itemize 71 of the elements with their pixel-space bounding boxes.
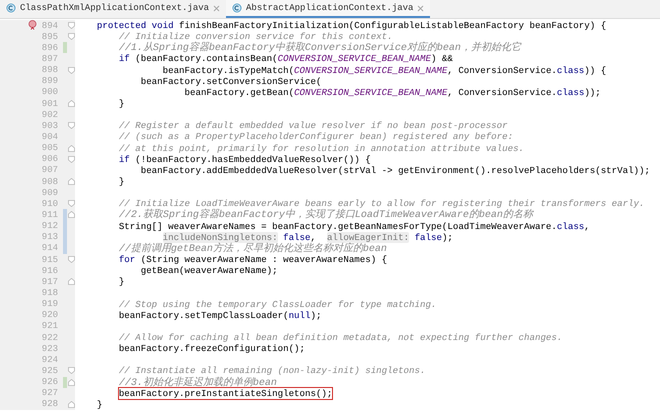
close-icon	[417, 4, 424, 12]
line-number: 920	[42, 310, 58, 320]
line-number: 924	[42, 354, 58, 365]
editor-tab[interactable]: ClassPathXmlApplicationContext.java	[0, 0, 226, 18]
line-number: 897	[42, 54, 58, 64]
line-number: 928	[42, 399, 58, 410]
line-number: 919	[42, 299, 58, 310]
class-icon	[232, 3, 242, 13]
line-number: 903	[42, 120, 58, 131]
line-number: 894	[42, 20, 58, 31]
class-icon	[6, 3, 16, 13]
line-number: 896	[42, 42, 58, 53]
code-line: beanFactory.setTempClassLoader(null);	[118, 310, 322, 321]
line-number: 923	[42, 344, 58, 354]
code-line: // (such as a PropertyPlaceholderConfigurer bean) registered any before:	[118, 131, 514, 142]
line-number: 926	[42, 377, 58, 388]
code-line: beanFactory.addEmbeddedValueResolver(strVal -> getEnvironment().resolvePlaceholders(strVal));	[140, 164, 650, 176]
line-number: 901	[42, 98, 58, 109]
line-number: 909	[42, 188, 58, 198]
code-line: beanFactory.setConversionService(	[140, 76, 322, 87]
code-line: // Stop using the temporary ClassLoader for type matching.	[118, 298, 436, 310]
line-number: 898	[42, 65, 58, 76]
code-line: // Allow for caching all bean definition metadata, not expecting further changes.	[118, 332, 562, 343]
code-line: beanFactory.preInstantiateSingletons();	[118, 388, 332, 399]
line-number: 913	[42, 232, 58, 242]
code-line: includeNonSingletons: false, allowEagerInit: false);	[162, 232, 453, 243]
editor-tab[interactable]: AbstractApplicationContext.java	[226, 0, 430, 18]
line-number: 910	[42, 198, 58, 209]
code-line: }	[96, 398, 102, 410]
line-number: 905	[42, 143, 58, 154]
line-number: 921	[42, 321, 58, 332]
line-number: 915	[42, 254, 58, 265]
code-line: protected void finishBeanFactoryInitialization(ConfigurableListableBeanFactory beanFactory) {	[96, 20, 606, 31]
line-number: 902	[42, 110, 58, 120]
code-line: //3.初始化非延迟加载的单例bean	[118, 376, 277, 388]
code-line: //提前调用getBean方法，尽早初始化这些名称对应的bean	[118, 242, 387, 254]
code-line: for (String weaverAwareName : weaverAwareNames) {	[118, 254, 388, 265]
line-number: 906	[42, 154, 58, 164]
line-number: 914	[42, 243, 58, 254]
line-number: 922	[42, 332, 58, 342]
close-icon	[213, 4, 220, 12]
line-number: 911	[42, 210, 58, 220]
code-line: }	[118, 176, 124, 187]
code-line: // Instantiate all remaining (non-lazy-init) singletons.	[118, 365, 426, 376]
line-number: 912	[42, 221, 58, 232]
code-line: //1.从Spring容器beanFactory中获取ConversionService对应的bean，并初始化它	[118, 42, 521, 54]
code-line: getBean(weaverAwareName);	[140, 265, 278, 276]
code-line: beanFactory.isTypeMatch(CONVERSION_SERVICE_BEAN_NAME, ConversionService.class)) {	[162, 64, 606, 76]
line-number: 917	[42, 276, 58, 287]
code-line: }	[118, 276, 124, 288]
code-line: String[] weaverAwareNames = beanFactory.getBeanNamesForType(LoadTimeWeaverAware.class,	[118, 220, 590, 232]
code-line: // Initialize LoadTimeWeaverAware beans early to allow for registering their transformers early.	[118, 198, 644, 210]
line-number: 927	[42, 388, 58, 398]
line-number: 916	[42, 266, 58, 276]
line-number: 907	[42, 165, 58, 176]
code-line: // at this point, primarily for resolution in annotation attribute values.	[118, 142, 524, 154]
code-line: beanFactory.freezeConfiguration();	[118, 343, 305, 354]
line-number: 925	[42, 366, 58, 376]
line-number: 899	[42, 76, 58, 86]
code-line: //2.获取Spring容器beanFactory中，实现了接口LoadTimeWeaverAware的bean的名称	[118, 209, 533, 220]
code-line: }	[118, 98, 124, 109]
code-line: if (!beanFactory.hasEmbeddedValueResolver()) {	[118, 154, 371, 165]
code-line: // Initialize conversion service for this context.	[118, 31, 393, 42]
line-number: 908	[42, 176, 58, 187]
code-line: // Register a default embedded value resolver if no bean post-processor	[118, 120, 508, 132]
line-number: 918	[42, 288, 58, 298]
code-line: if (beanFactory.containsBean(CONVERSION_SERVICE_BEAN_NAME) &&	[118, 53, 453, 64]
code-line: beanFactory.getBean(CONVERSION_SERVICE_BEAN_NAME, ConversionService.class));	[184, 86, 601, 98]
line-number: 904	[42, 132, 58, 142]
line-number: 900	[42, 87, 58, 98]
line-number: 895	[42, 32, 58, 42]
